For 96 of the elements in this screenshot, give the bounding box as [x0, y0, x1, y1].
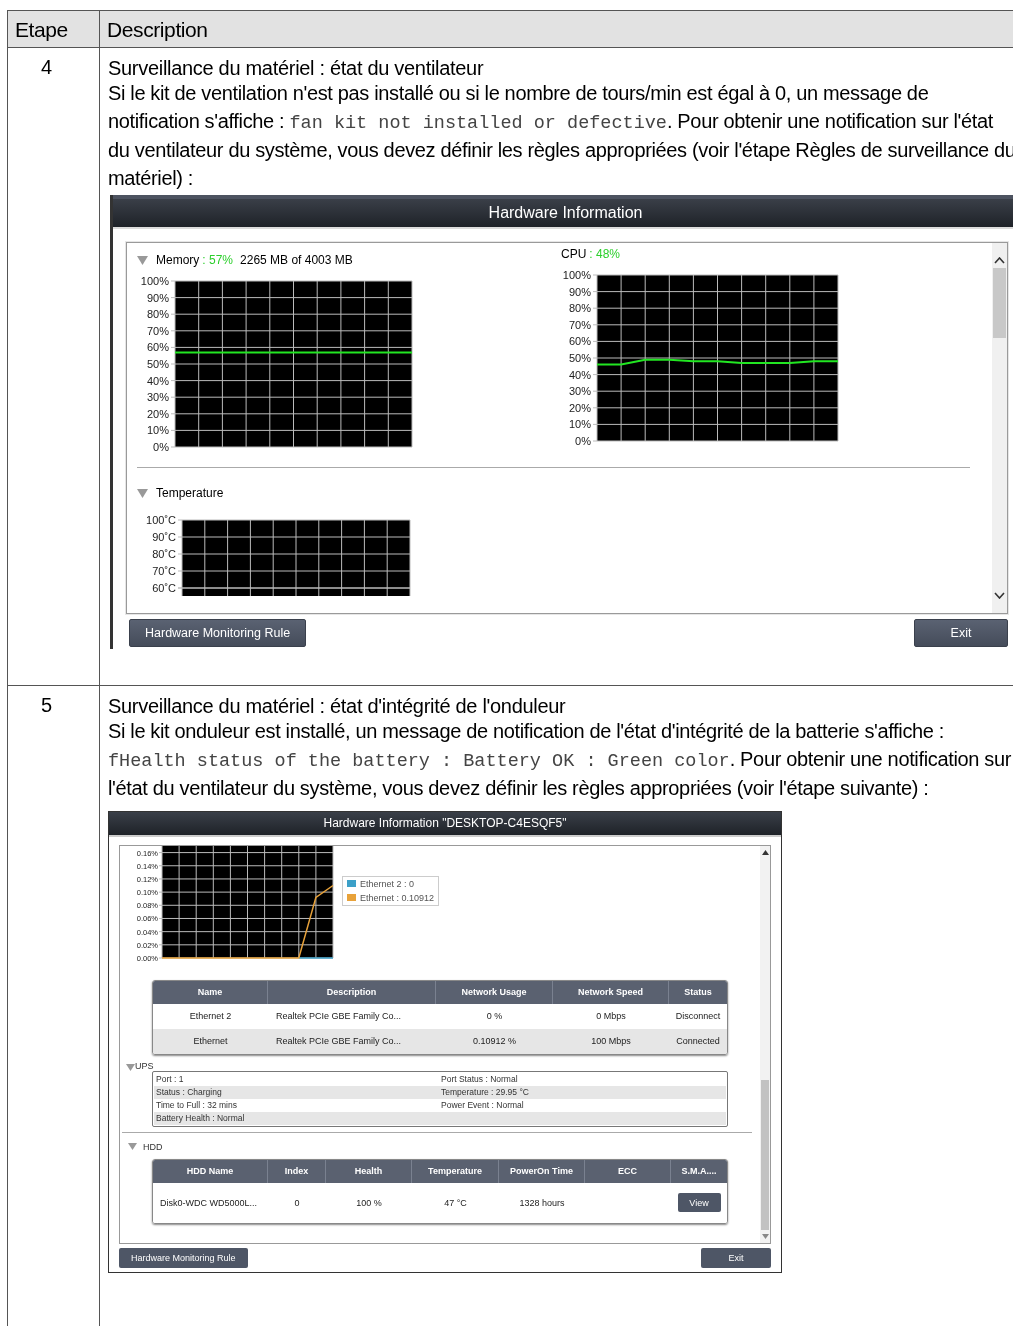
collapse-triangle-icon[interactable]	[137, 488, 148, 498]
table-cell-text: 0 %	[485, 1011, 504, 1021]
table-cell: 0	[294, 1197, 300, 1208]
window-title: Hardware Information	[488, 204, 643, 222]
axis-tick-label: 50%	[146, 358, 169, 370]
ups-field: Port : 1	[156, 1074, 184, 1084]
column-header: Description	[268, 980, 436, 1004]
column-header: ECC	[585, 1159, 671, 1183]
scroll-up-icon[interactable]	[761, 849, 769, 855]
monitoring-rule-button[interactable]: Hardware Monitoring Rule	[119, 1247, 248, 1268]
ups-field: Status : Charging	[156, 1087, 222, 1097]
axis-tick-label: 100%	[140, 275, 169, 287]
axis-tick-label: 10%	[146, 424, 169, 437]
axis-tick-label: 80%	[568, 302, 591, 315]
axis-tick-label: 20%	[146, 407, 169, 420]
column-header: Name	[153, 980, 268, 1004]
step-description: Si le kit onduleur est installé, un message de notification de l'état d'intégrité de la batterie s'affiche : fHealth status of the battery : Battery OK : Green color. Pour obtenir une notification sur l'état du ventilateur du système, vous devez définir les règles appropriées (voir l'étape suivante) :	[108, 719, 1012, 801]
axis-tick-label: 90%	[146, 291, 169, 304]
percent-value: : 48%	[589, 247, 621, 261]
section-label: Temperature	[156, 486, 224, 500]
axis-tick-label: 100˚C	[146, 514, 176, 526]
collapse-triangle-icon[interactable]	[128, 1143, 137, 1150]
scroll-up-icon[interactable]	[994, 257, 1005, 264]
axis-tick-label: 0%	[153, 441, 169, 453]
exit-button[interactable]: Exit	[701, 1247, 771, 1268]
axis-tick-label: 40%	[568, 368, 591, 381]
axis-tick-label: 70˚C	[152, 565, 176, 577]
scrollbar[interactable]	[992, 243, 1007, 613]
table-cell-text: 0 Mbps	[595, 1011, 627, 1021]
axis-tick-label: 30%	[568, 385, 591, 398]
scroll-down-icon[interactable]	[994, 592, 1005, 599]
axis-tick-label: 0%	[575, 435, 591, 447]
step-title: Surveillance du matériel : état d'intégrité de l'onduleur	[108, 694, 567, 718]
ups-field: Temperature : 29.95 °C	[441, 1087, 529, 1097]
axis-tick-label: 50%	[568, 352, 591, 364]
scrollbar-thumb[interactable]	[761, 1079, 769, 1230]
section-label: Memory	[156, 253, 200, 267]
table-cell-text: Realtek PCIe GBE Family Co...	[275, 1011, 403, 1021]
table-cell-text: Ethernet	[192, 1036, 229, 1046]
view-button[interactable]: View	[677, 1193, 721, 1212]
table-cell-text: 100 Mbps	[590, 1036, 632, 1046]
axis-tick-label: 20%	[568, 401, 591, 414]
axis-tick-label: 60%	[568, 335, 591, 348]
section-label: CPU	[561, 247, 587, 261]
table-cell-text: Ethernet 2	[188, 1011, 233, 1021]
ups-field: Power Event : Normal	[441, 1100, 524, 1110]
collapse-triangle-icon[interactable]	[126, 1063, 135, 1071]
table-cell: 100 %	[356, 1197, 382, 1208]
step-number: 5	[40, 694, 53, 718]
column-header: S.M.A....	[680, 1165, 718, 1178]
axis-tick-label: 60%	[146, 341, 169, 354]
column-header: Index	[268, 1159, 326, 1183]
column-header: PowerOn Time	[499, 1159, 585, 1183]
memory-detail: 2265 MB of 4003 MB	[240, 253, 353, 267]
table-cell-text: Disconnect	[674, 1011, 722, 1021]
section-label: HDD	[143, 1141, 163, 1152]
axis-tick-label: 90%	[568, 285, 591, 298]
section-label: UPS	[135, 1060, 154, 1071]
column-header: Etape	[8, 11, 100, 48]
legend-label: Ethernet : 0.10912	[360, 892, 435, 903]
table-cell: 47 °C	[444, 1197, 467, 1208]
scrollbar-thumb[interactable]	[993, 268, 1006, 338]
table-cell: Disk0-WDC WD5000L...	[160, 1197, 258, 1208]
axis-tick-label: 70%	[146, 324, 169, 337]
table-cell: 1328 hours	[519, 1197, 565, 1208]
column-header: Network Speed	[553, 980, 669, 1004]
axis-tick-label: 30%	[146, 391, 169, 404]
column-header: Health	[326, 1159, 412, 1183]
column-header: Description	[100, 11, 1013, 48]
table-cell-text: Connected	[675, 1036, 721, 1046]
ups-field: Time to Full : 32 mins	[156, 1100, 237, 1110]
collapse-triangle-icon[interactable]	[137, 255, 148, 265]
scrollbar[interactable]	[760, 845, 770, 1243]
monitoring-rule-button[interactable]: Hardware Monitoring Rule	[129, 619, 307, 647]
axis-tick-label: 60˚C	[152, 582, 176, 594]
column-header: HDD Name	[153, 1159, 268, 1183]
ups-field: Port Status : Normal	[441, 1074, 518, 1084]
axis-tick-label: 100%	[562, 269, 591, 281]
column-header: Network Usage	[436, 980, 553, 1004]
exit-button[interactable]: Exit	[914, 619, 1008, 647]
step-number: 4	[40, 56, 53, 80]
axis-tick-label: 70%	[568, 318, 591, 331]
axis-tick-label: 80˚C	[152, 548, 176, 560]
column-header: Temperature	[412, 1159, 499, 1183]
ups-field: Battery Health : Normal	[156, 1113, 245, 1123]
window-title: Hardware Information "DESKTOP-C4ESQF5"	[323, 816, 567, 830]
table-cell-text: Realtek PCIe GBE Family Co...	[275, 1036, 403, 1046]
axis-tick-label: 90˚C	[152, 531, 176, 543]
table-cell-text: 0.10912 %	[471, 1036, 517, 1046]
axis-tick-label: 80%	[146, 308, 169, 321]
axis-tick-label: 40%	[146, 374, 169, 387]
step-title: Surveillance du matériel : état du ventilateur	[108, 56, 485, 80]
axis-tick-label: 10%	[568, 418, 591, 431]
percent-value: : 57%	[202, 253, 234, 267]
legend-label: Ethernet 2 : 0	[360, 878, 415, 889]
column-header: Status	[683, 986, 713, 999]
